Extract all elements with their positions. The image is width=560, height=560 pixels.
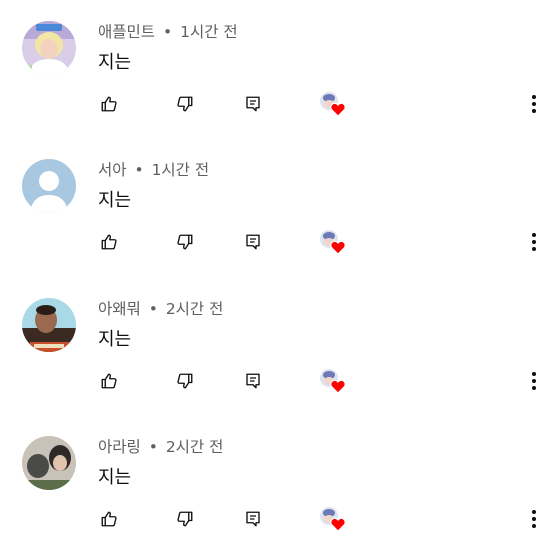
reply-button[interactable] xyxy=(235,84,271,124)
comment-text: 지는 xyxy=(98,467,132,488)
creator-heart-icon xyxy=(320,92,346,117)
thumbs-down-icon xyxy=(177,373,193,389)
like-button[interactable] xyxy=(91,84,127,124)
user-photo-icon xyxy=(22,436,76,490)
comment-actions xyxy=(0,84,560,124)
reply-comment-icon xyxy=(246,234,260,250)
comment-meta: 아라링 • 2시간 전 xyxy=(98,435,223,457)
thumbs-down-icon xyxy=(177,511,193,527)
avatar[interactable] xyxy=(22,436,76,490)
comment-text: 지는 xyxy=(98,52,132,73)
comment-text: 지는 xyxy=(98,329,132,350)
thumbs-up-icon xyxy=(101,373,117,389)
comment-meta: 애플민트 • 1시간 전 xyxy=(98,20,238,42)
more-vertical-icon xyxy=(532,372,536,390)
comment-actions xyxy=(0,361,560,401)
more-options-button[interactable] xyxy=(518,222,550,262)
comment-actions xyxy=(0,222,560,262)
author-name[interactable]: 아라링 xyxy=(98,438,141,456)
meta-separator: • xyxy=(148,300,158,318)
dislike-button[interactable] xyxy=(167,361,203,401)
comment-item: 애플민트 • 1시간 전 지는 xyxy=(0,0,560,138)
creator-heart-badge[interactable] xyxy=(313,84,353,124)
creator-heart-badge[interactable] xyxy=(313,499,353,539)
more-vertical-icon xyxy=(532,95,536,113)
creator-heart-icon xyxy=(320,507,346,532)
reply-button[interactable] xyxy=(235,222,271,262)
reply-comment-icon xyxy=(246,96,260,112)
meta-separator: • xyxy=(162,23,173,41)
more-options-button[interactable] xyxy=(518,499,550,539)
comment-item: 아왜뭐 • 2시간 전 지는 xyxy=(0,277,560,415)
meta-separator: • xyxy=(134,161,144,179)
more-vertical-icon xyxy=(532,510,536,528)
comment-time[interactable]: 1시간 전 xyxy=(180,23,238,41)
comment-time[interactable]: 2시간 전 xyxy=(166,300,224,318)
comment-meta: 서아 • 1시간 전 xyxy=(98,158,209,180)
author-name[interactable]: 서아 xyxy=(98,161,127,179)
creator-heart-icon xyxy=(320,230,346,255)
user-photo-icon xyxy=(22,21,76,75)
like-button[interactable] xyxy=(91,499,127,539)
creator-heart-badge[interactable] xyxy=(313,361,353,401)
more-options-button[interactable] xyxy=(518,84,550,124)
reply-button[interactable] xyxy=(235,499,271,539)
comment-time[interactable]: 2시간 전 xyxy=(166,438,224,456)
more-options-button[interactable] xyxy=(518,361,550,401)
thumbs-up-icon xyxy=(101,234,117,250)
like-button[interactable] xyxy=(91,361,127,401)
avatar[interactable] xyxy=(22,298,76,352)
thumbs-down-icon xyxy=(177,96,193,112)
reply-button[interactable] xyxy=(235,361,271,401)
avatar[interactable] xyxy=(22,159,76,213)
default-user-avatar-icon xyxy=(22,159,76,213)
thumbs-up-icon xyxy=(101,96,117,112)
meta-separator: • xyxy=(148,438,158,456)
dislike-button[interactable] xyxy=(167,499,203,539)
dislike-button[interactable] xyxy=(167,84,203,124)
comment-item: 서아 • 1시간 전 지는 xyxy=(0,138,560,276)
creator-heart-icon xyxy=(320,369,346,394)
author-name[interactable]: 아왜뭐 xyxy=(98,300,141,318)
like-button[interactable] xyxy=(91,222,127,262)
comment-text: 지는 xyxy=(98,190,132,211)
thumbs-up-icon xyxy=(101,511,117,527)
author-name[interactable]: 애플민트 xyxy=(98,23,155,41)
reply-comment-icon xyxy=(246,373,260,389)
comment-time[interactable]: 1시간 전 xyxy=(152,161,210,179)
more-vertical-icon xyxy=(532,233,536,251)
user-photo-icon xyxy=(22,298,76,352)
comment-item: 아라링 • 2시간 전 지는 xyxy=(0,415,560,553)
comment-actions xyxy=(0,499,560,539)
avatar[interactable] xyxy=(22,21,76,75)
thumbs-down-icon xyxy=(177,234,193,250)
creator-heart-badge[interactable] xyxy=(313,222,353,262)
dislike-button[interactable] xyxy=(167,222,203,262)
reply-comment-icon xyxy=(246,511,260,527)
comment-meta: 아왜뭐 • 2시간 전 xyxy=(98,297,223,319)
